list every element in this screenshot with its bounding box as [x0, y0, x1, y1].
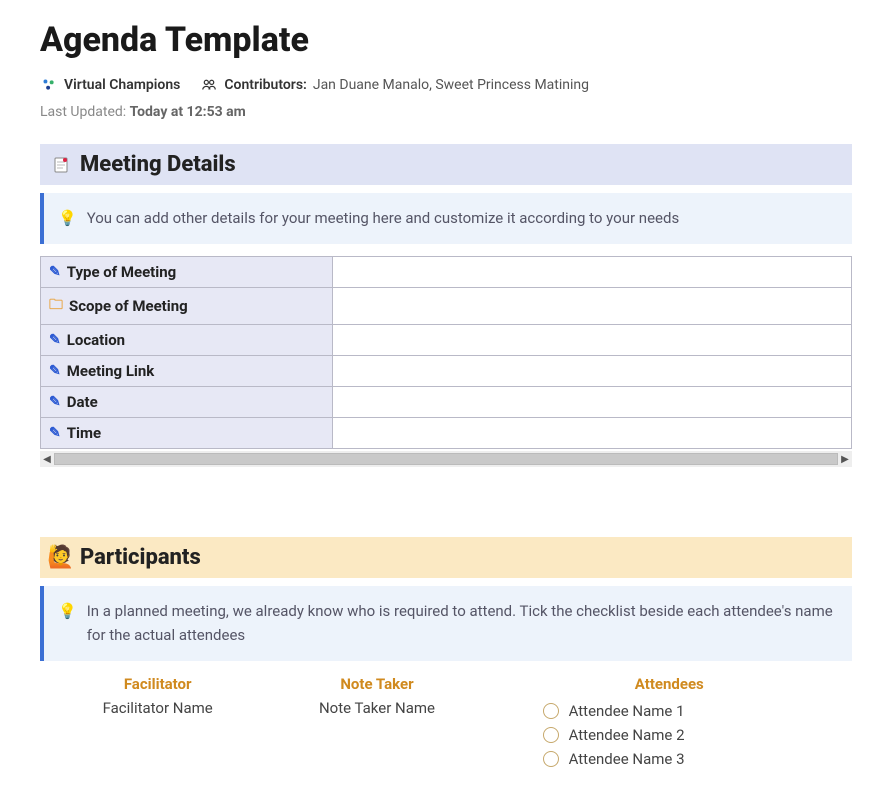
org-meta: Virtual Champions: [40, 76, 180, 94]
attendee-name[interactable]: Attendee Name 2: [569, 726, 685, 744]
row-label-cell[interactable]: ✎ Meeting Link: [41, 356, 333, 387]
row-label: Location: [67, 331, 125, 349]
table-row: ✎ Type of Meeting: [41, 257, 852, 288]
list-item: Attendee Name 1: [487, 699, 852, 723]
raising-hand-icon: 🙋: [52, 549, 70, 567]
facilitator-header: Facilitator: [48, 675, 267, 693]
folder-icon: 🗀: [49, 294, 63, 318]
meeting-details-callout: 💡 You can add other details for your mee…: [40, 193, 852, 244]
last-updated-label: Last Updated:: [40, 104, 130, 120]
page-title: Agenda Template: [40, 20, 852, 60]
row-label-cell[interactable]: ✎ Time: [41, 418, 333, 449]
pencil-icon: ✎: [49, 363, 61, 379]
facilitator-value[interactable]: Facilitator Name: [48, 699, 267, 717]
contributors-names: Jan Duane Manalo, Sweet Princess Matinin…: [313, 77, 589, 93]
row-label: Scope of Meeting: [69, 297, 188, 315]
attendee-name[interactable]: Attendee Name 1: [569, 702, 685, 720]
row-label: Type of Meeting: [67, 263, 176, 281]
meeting-details-title: Meeting Details: [80, 152, 236, 177]
list-item: Attendee Name 2: [487, 723, 852, 747]
notetaker-column: Note Taker Note Taker Name: [267, 675, 486, 771]
scroll-left-arrow-icon[interactable]: ◀: [40, 454, 54, 465]
attendee-name[interactable]: Attendee Name 3: [569, 750, 685, 768]
row-label-cell[interactable]: ✎ Location: [41, 325, 333, 356]
attendee-list: Attendee Name 1 Attendee Name 2 Attendee…: [487, 699, 852, 771]
participants-header: 🙋 Participants: [40, 537, 852, 578]
pencil-icon: ✎: [49, 394, 61, 410]
attendee-checkbox[interactable]: [543, 727, 559, 743]
scroll-right-arrow-icon[interactable]: ▶: [838, 454, 852, 465]
lightbulb-icon: 💡: [58, 207, 77, 230]
row-value-cell[interactable]: [332, 356, 851, 387]
meeting-details-callout-text: You can add other details for your meeti…: [87, 207, 680, 230]
row-label: Time: [67, 424, 101, 442]
pencil-icon: ✎: [49, 425, 61, 441]
list-item: Attendee Name 3: [487, 747, 852, 771]
org-name: Virtual Champions: [64, 77, 180, 93]
participants-callout: 💡 In a planned meeting, we already know …: [40, 586, 852, 661]
org-logo-icon: [40, 76, 58, 94]
attendees-column: Attendees Attendee Name 1 Attendee Name …: [487, 675, 852, 771]
row-value-cell[interactable]: [332, 288, 851, 325]
last-updated: Last Updated: Today at 12:53 am: [40, 104, 852, 120]
row-label-cell[interactable]: 🗀 Scope of Meeting: [41, 288, 333, 325]
attendees-header: Attendees: [487, 675, 852, 693]
notetaker-value[interactable]: Note Taker Name: [267, 699, 486, 717]
contributors-label: Contributors:: [224, 77, 306, 93]
row-label-cell[interactable]: ✎ Date: [41, 387, 333, 418]
participants-callout-text: In a planned meeting, we already know wh…: [87, 600, 838, 647]
attendee-checkbox[interactable]: [543, 703, 559, 719]
row-value-cell[interactable]: [332, 325, 851, 356]
table-row: ✎ Location: [41, 325, 852, 356]
row-value-cell[interactable]: [332, 257, 851, 288]
meta-row: Virtual Champions Contributors: Jan Duan…: [40, 76, 852, 94]
row-label-cell[interactable]: ✎ Type of Meeting: [41, 257, 333, 288]
lightbulb-icon: 💡: [58, 600, 77, 623]
table-row: ✎ Time: [41, 418, 852, 449]
participants-title: Participants: [80, 545, 201, 570]
pencil-icon: ✎: [49, 264, 61, 280]
meeting-details-table: ✎ Type of Meeting 🗀 Scope of Meeting ✎ Loca…: [40, 256, 852, 449]
pencil-icon: ✎: [49, 332, 61, 348]
notetaker-header: Note Taker: [267, 675, 486, 693]
contributors-meta: Contributors: Jan Duane Manalo, Sweet Pr…: [200, 76, 589, 94]
last-updated-value: Today at 12:53 am: [130, 104, 246, 120]
people-icon: [200, 76, 218, 94]
notepad-icon: [52, 156, 70, 174]
attendee-checkbox[interactable]: [543, 751, 559, 767]
row-label: Meeting Link: [67, 362, 155, 380]
facilitator-column: Facilitator Facilitator Name: [40, 675, 267, 771]
horizontal-scrollbar[interactable]: ◀ ▶: [40, 451, 852, 467]
table-row: ✎ Date: [41, 387, 852, 418]
table-row: ✎ Meeting Link: [41, 356, 852, 387]
meeting-details-header: Meeting Details: [40, 144, 852, 185]
roles-row: Facilitator Facilitator Name Note Taker …: [40, 675, 852, 771]
row-label: Date: [67, 393, 98, 411]
scroll-track[interactable]: [54, 453, 838, 465]
row-value-cell[interactable]: [332, 418, 851, 449]
table-row: 🗀 Scope of Meeting: [41, 288, 852, 325]
row-value-cell[interactable]: [332, 387, 851, 418]
